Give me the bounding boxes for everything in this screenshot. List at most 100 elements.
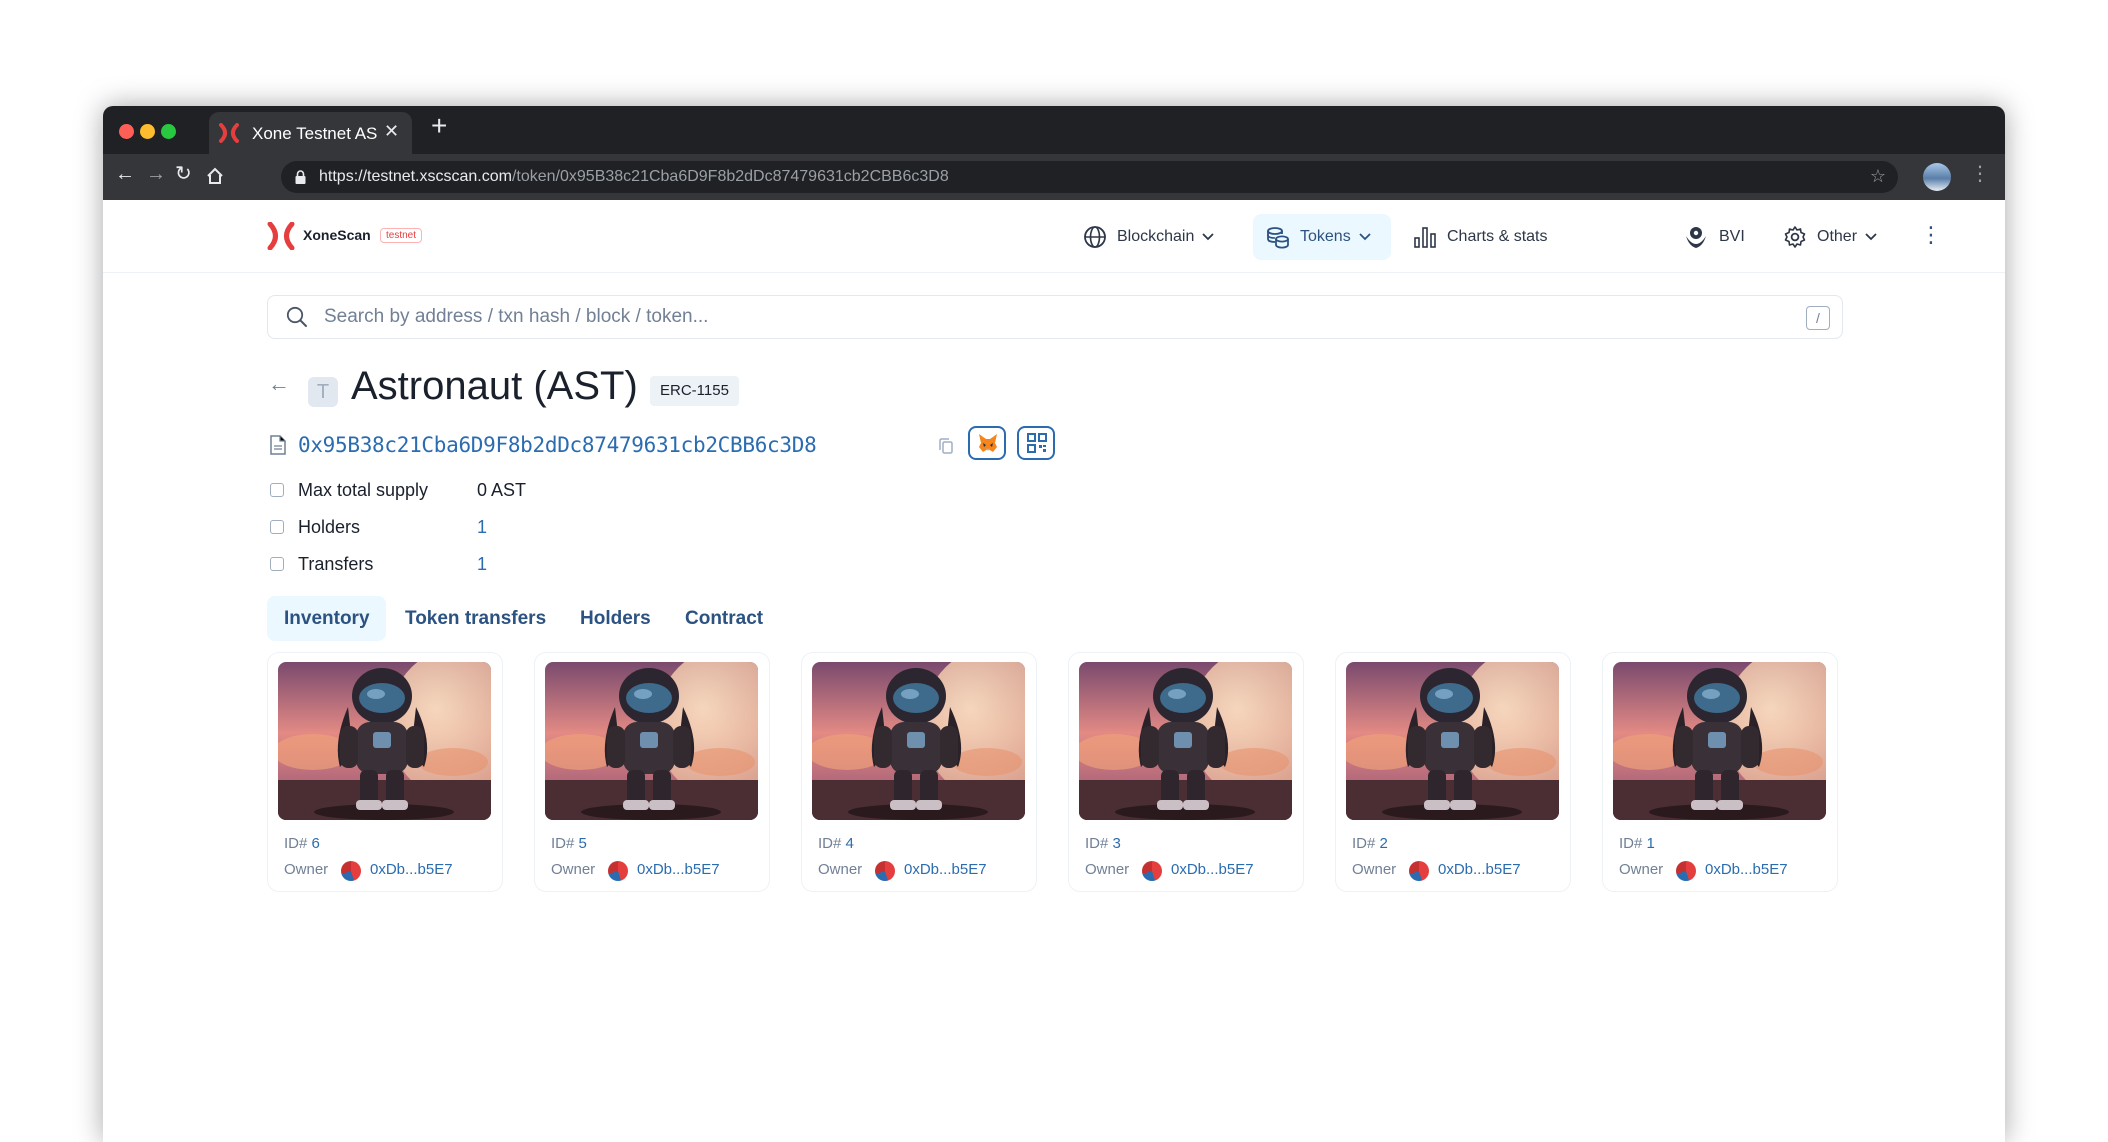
nav-blockchain-label: Blockchain	[1117, 228, 1195, 245]
tab-holders[interactable]: Holders	[580, 596, 651, 641]
bar-chart-icon	[1414, 227, 1436, 248]
nft-card[interactable]: ID# 5 Owner 0xDb...b5E7	[534, 652, 770, 892]
maximize-window-button[interactable]	[161, 124, 176, 139]
tab-inventory[interactable]: Inventory	[284, 596, 370, 641]
gear-icon	[1784, 226, 1806, 248]
owner-address-link[interactable]: 0xDb...b5E7	[1171, 861, 1254, 878]
owner-address-link[interactable]: 0xDb...b5E7	[904, 861, 987, 878]
owner-label: Owner	[1085, 861, 1130, 878]
qr-code-button[interactable]	[1017, 426, 1055, 460]
transfers-label: Transfers	[298, 554, 374, 574]
info-icon[interactable]	[270, 483, 284, 497]
nft-id[interactable]: ID# 3	[1085, 835, 1121, 852]
owner-avatar	[341, 861, 361, 881]
globe-icon	[1084, 226, 1106, 248]
nft-id[interactable]: ID# 2	[1352, 835, 1388, 852]
nft-card[interactable]: ID# 2 Owner 0xDb...b5E7	[1335, 652, 1571, 892]
nft-id-number[interactable]: 2	[1380, 835, 1388, 852]
page-title: Astronaut (AST)	[351, 364, 638, 408]
back-arrow-icon[interactable]: ←	[268, 373, 290, 395]
info-icon[interactable]	[270, 520, 284, 534]
nft-id-number[interactable]: 5	[579, 835, 587, 852]
nft-image[interactable]	[278, 662, 491, 820]
close-window-button[interactable]	[119, 124, 134, 139]
nft-image[interactable]	[1079, 662, 1292, 820]
browser-toolbar: ← → ↻ https://testnet.xscscan.com/token/…	[103, 154, 2005, 200]
metamask-fox-icon	[979, 434, 997, 452]
close-tab-icon[interactable]: ✕	[384, 121, 399, 142]
holders-count-link[interactable]: 1	[477, 517, 487, 538]
nft-id[interactable]: ID# 1	[1619, 835, 1655, 852]
minimize-window-button[interactable]	[140, 124, 155, 139]
reload-icon[interactable]: ↻	[175, 164, 192, 184]
nft-card[interactable]: ID# 3 Owner 0xDb...b5E7	[1068, 652, 1304, 892]
owner-address-link[interactable]: 0xDb...b5E7	[637, 861, 720, 878]
search-input[interactable]	[324, 296, 1774, 338]
nft-card[interactable]: ID# 6 Owner 0xDb...b5E7	[267, 652, 503, 892]
xonescan-logo-icon[interactable]	[267, 222, 295, 250]
owner-address-link[interactable]: 0xDb...b5E7	[1438, 861, 1521, 878]
more-options-icon[interactable]: ⋮	[1920, 224, 1942, 246]
owner-avatar	[1676, 861, 1696, 881]
logo-name[interactable]: XoneScan	[303, 227, 371, 243]
nft-card[interactable]: ID# 1 Owner 0xDb...b5E7	[1602, 652, 1838, 892]
owner-avatar	[875, 861, 895, 881]
nft-id-label: ID#	[1085, 835, 1109, 852]
nft-id-label: ID#	[1352, 835, 1376, 852]
nft-image[interactable]	[1346, 662, 1559, 820]
browser-tab-strip: Xone Testnet AS ✕ +	[103, 106, 2005, 154]
url-host: https://testnet.xscscan.com	[319, 168, 512, 185]
search-box[interactable]: /	[267, 295, 1843, 339]
nav-other[interactable]: Other	[1783, 214, 1877, 260]
forward-arrow-icon[interactable]: →	[146, 164, 166, 184]
max-total-supply-value: 0 AST	[477, 480, 527, 500]
transfers-count-link[interactable]: 1	[477, 554, 487, 575]
testnet-badge: testnet	[380, 228, 423, 243]
nft-id-number[interactable]: 6	[312, 835, 320, 852]
nav-other-label: Other	[1817, 228, 1858, 245]
url-text: https://testnet.xscscan.com/token/0x95B3…	[319, 168, 949, 186]
address-bar[interactable]: https://testnet.xscscan.com/token/0x95B3…	[281, 161, 1898, 193]
nav-charts-stats[interactable]: Charts & stats	[1413, 214, 1547, 260]
nft-image[interactable]	[545, 662, 758, 820]
nft-image[interactable]	[1613, 662, 1826, 820]
bookmark-star-icon[interactable]: ☆	[1870, 166, 1886, 187]
bvi-icon	[1686, 227, 1706, 248]
nav-tokens[interactable]: Tokens	[1266, 214, 1371, 260]
nft-card[interactable]: ID# 4 Owner 0xDb...b5E7	[801, 652, 1037, 892]
owner-label: Owner	[1352, 861, 1397, 878]
new-tab-button[interactable]: +	[431, 112, 447, 140]
nft-id[interactable]: ID# 4	[818, 835, 854, 852]
add-to-metamask-button[interactable]	[968, 426, 1006, 460]
nav-blockchain[interactable]: Blockchain	[1083, 214, 1215, 260]
site-header: XoneScan testnet Blockchain Tokens Chart…	[103, 200, 2005, 273]
nft-id[interactable]: ID# 6	[284, 835, 320, 852]
chevron-down-icon	[1359, 233, 1371, 241]
nav-tokens-label: Tokens	[1300, 228, 1351, 245]
tab-contract[interactable]: Contract	[685, 596, 763, 641]
token-standard-badge: ERC-1155	[650, 376, 739, 406]
chevron-down-icon	[1202, 233, 1215, 241]
browser-menu-icon[interactable]: ⋮	[1970, 164, 1990, 184]
copy-icon[interactable]	[939, 438, 953, 454]
profile-avatar[interactable]	[1923, 163, 1951, 191]
nav-charts-stats-label: Charts & stats	[1447, 228, 1548, 245]
search-shortcut-hint: /	[1806, 306, 1830, 330]
token-contract-address[interactable]: 0x95B38c21Cba6D9F8b2dDc87479631cb2CBB6c3…	[298, 433, 817, 457]
browser-tab[interactable]: Xone Testnet AS ✕	[209, 112, 412, 154]
home-icon[interactable]	[206, 167, 224, 185]
nft-image[interactable]	[812, 662, 1025, 820]
back-arrow-icon[interactable]: ←	[115, 164, 135, 184]
nft-id-number[interactable]: 4	[846, 835, 854, 852]
nft-id-number[interactable]: 3	[1113, 835, 1121, 852]
owner-avatar	[1409, 861, 1429, 881]
nft-id-label: ID#	[551, 835, 575, 852]
owner-address-link[interactable]: 0xDb...b5E7	[1705, 861, 1788, 878]
info-icon[interactable]	[270, 557, 284, 571]
tab-token-transfers[interactable]: Token transfers	[405, 596, 546, 641]
nft-id-number[interactable]: 1	[1647, 835, 1655, 852]
nav-bvi-label: BVI	[1719, 228, 1745, 245]
owner-address-link[interactable]: 0xDb...b5E7	[370, 861, 453, 878]
nft-id[interactable]: ID# 5	[551, 835, 587, 852]
nav-bvi[interactable]: BVI	[1683, 214, 1745, 260]
